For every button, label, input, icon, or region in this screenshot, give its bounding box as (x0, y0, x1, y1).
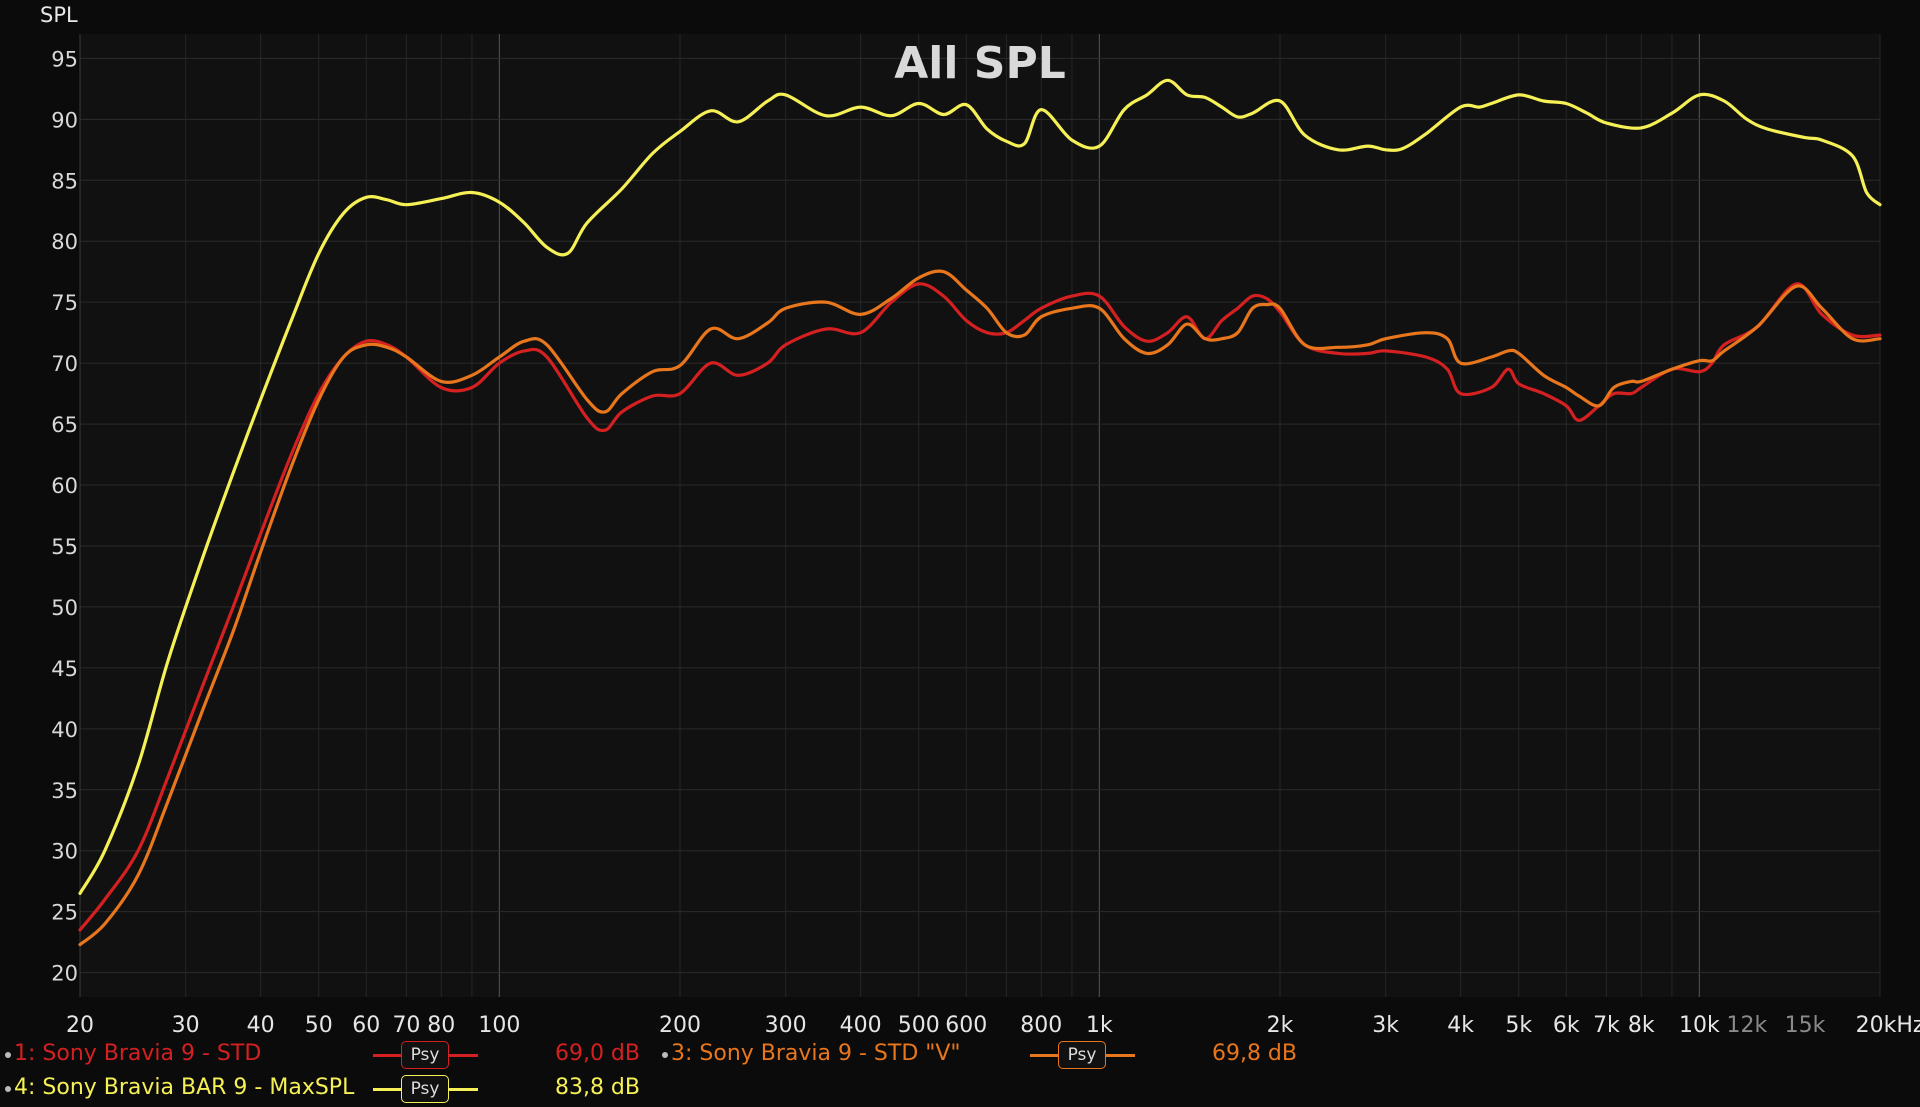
psy-smoothing-button[interactable]: Psy (401, 1075, 449, 1103)
legend-series-name[interactable]: 4: Sony Bravia BAR 9 - MaxSPL (14, 1075, 354, 1100)
legend-series-value: 69,0 dB (554, 1041, 640, 1066)
y-tick-label: 70 (51, 352, 78, 376)
legend-series-name[interactable]: 1: Sony Bravia 9 - STD (14, 1041, 261, 1066)
y-tick-label: 30 (51, 840, 78, 864)
x-tick-label: 80 (427, 1013, 455, 1038)
x-tick-label: 6k (1553, 1013, 1580, 1038)
x-tick-label: 70 (392, 1013, 420, 1038)
y-tick-label: 85 (51, 169, 78, 193)
plot-area (80, 34, 1880, 997)
x-tick-label: 500 (898, 1013, 940, 1038)
x-tick-label: 200 (659, 1013, 701, 1038)
y-tick-label: 25 (51, 901, 78, 925)
spl-chart: 20 25 30 35 40 45 50 55 60 65 70 75 80 85 90 95 20 30 40 5… (0, 0, 1920, 1107)
x-tick-label: 60 (352, 1013, 380, 1038)
legend-series-value: 83,8 dB (554, 1075, 640, 1100)
x-tick-label: 400 (840, 1013, 882, 1038)
x-tick-label: 8k (1628, 1013, 1655, 1038)
legend-handle-icon[interactable] (662, 1052, 668, 1058)
y-tick-label: 60 (51, 474, 78, 498)
x-tick-label: 15k (1785, 1013, 1826, 1038)
x-tick-label: 10k (1679, 1013, 1720, 1038)
x-tick-label: 600 (945, 1013, 987, 1038)
x-tick-label: 2k (1267, 1013, 1294, 1038)
legend: 1: Sony Bravia 9 - STD Psy 69,0 dB 3: So… (0, 1038, 1920, 1107)
y-tick-label: 35 (51, 779, 78, 803)
x-tick-label: 20kHz (1856, 1013, 1920, 1038)
x-tick-label: 50 (305, 1013, 333, 1038)
legend-series-value: 69,8 dB (1211, 1041, 1297, 1066)
x-tick-label: 20 (66, 1013, 94, 1038)
y-tick-label: 75 (51, 291, 78, 315)
x-tick-label: 100 (478, 1013, 520, 1038)
x-tick-label: 300 (765, 1013, 807, 1038)
y-tick-label: 80 (51, 230, 78, 254)
y-tick-label: 55 (51, 535, 78, 559)
x-tick-label: 40 (247, 1013, 275, 1038)
x-tick-label: 4k (1447, 1013, 1474, 1038)
legend-series-name[interactable]: 3: Sony Bravia 9 - STD "V" (671, 1041, 961, 1066)
x-tick-label: 3k (1372, 1013, 1399, 1038)
psy-smoothing-button[interactable]: Psy (401, 1041, 449, 1069)
legend-handle-icon[interactable] (5, 1086, 11, 1092)
y-tick-label: 50 (51, 596, 78, 620)
y-tick-label: 40 (51, 718, 78, 742)
y-tick-label: 20 (51, 962, 78, 986)
x-tick-label: 7k (1593, 1013, 1620, 1038)
y-tick-label: 90 (51, 108, 78, 132)
legend-handle-icon[interactable] (5, 1052, 11, 1058)
x-tick-label: 800 (1020, 1013, 1062, 1038)
y-tick-label: 45 (51, 657, 78, 681)
psy-smoothing-button[interactable]: Psy (1058, 1041, 1106, 1069)
chart-title: All SPL (894, 38, 1066, 89)
y-axis-label: SPL (40, 3, 78, 27)
y-tick-label: 65 (51, 413, 78, 437)
x-tick-label: 1k (1086, 1013, 1113, 1038)
y-tick-label: 95 (51, 47, 78, 71)
x-tick-label: 12k (1727, 1013, 1768, 1038)
x-tick-label: 30 (172, 1013, 200, 1038)
x-tick-label: 5k (1505, 1013, 1532, 1038)
